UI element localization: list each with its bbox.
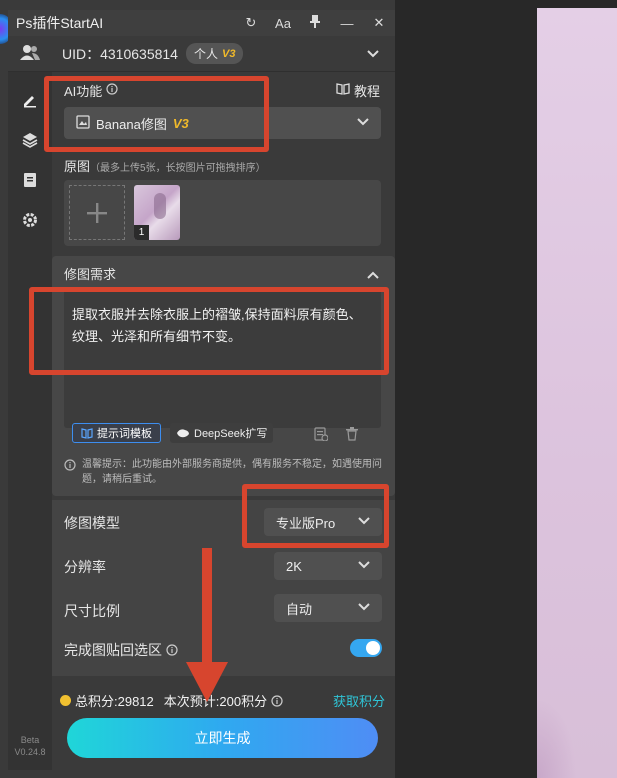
notice-text: 温馨提示：此功能由外部服务商提供，偶有服务不稳定，如遇使用问题，请稍后重试。 bbox=[82, 459, 382, 485]
chevron-up-icon[interactable] bbox=[367, 266, 379, 284]
resolution-dropdown[interactable]: 2K bbox=[274, 552, 382, 580]
add-image-button[interactable] bbox=[69, 185, 125, 240]
info-icon[interactable] bbox=[166, 644, 178, 656]
paste-back-label: 完成图贴回选区 bbox=[64, 642, 162, 658]
deepseek-label: DeepSeek扩写 bbox=[194, 428, 268, 440]
annotation-box bbox=[44, 76, 269, 152]
edit-request-label: 修图需求 bbox=[64, 267, 117, 282]
chevron-down-icon[interactable] bbox=[367, 47, 379, 61]
prompt-template-label: 提示词模板 bbox=[97, 428, 152, 440]
image-thumbnail[interactable]: 1 bbox=[134, 185, 180, 240]
version-number: V0.24.8 bbox=[14, 747, 46, 757]
resolution-value: 2K bbox=[286, 558, 302, 574]
original-hint: （最多上传5张，长按图片可拖拽排序） bbox=[90, 163, 266, 174]
plan-version: V3 bbox=[222, 47, 236, 60]
total-points: 总积分:29812 bbox=[75, 694, 154, 709]
resolution-label: 分辨率 bbox=[64, 559, 106, 575]
tutorial-label: 教程 bbox=[354, 84, 381, 99]
annotation-box bbox=[29, 287, 389, 375]
app-title: Ps插件StartAI bbox=[16, 15, 104, 31]
refresh-icon[interactable]: ↻ bbox=[235, 15, 267, 31]
service-notice: 温馨提示：此功能由外部服务商提供，偶有服务不稳定，如遇使用问题，请稍后重试。 bbox=[64, 457, 382, 487]
ratio-dropdown[interactable]: 自动 bbox=[274, 594, 382, 622]
plan-label: 个人 bbox=[193, 47, 218, 61]
user-id: UID：4310635814 bbox=[62, 45, 178, 62]
chevron-down-icon bbox=[358, 560, 370, 572]
beta-label: Beta bbox=[20, 735, 40, 745]
annotation-arrow bbox=[202, 548, 212, 666]
version-label: Beta V0.24.8 bbox=[8, 734, 52, 758]
pin-icon[interactable] bbox=[299, 15, 331, 31]
annotation-box bbox=[242, 484, 389, 548]
chevron-down-icon bbox=[358, 602, 370, 614]
trash-icon[interactable] bbox=[346, 427, 358, 446]
history-icon[interactable] bbox=[314, 427, 329, 446]
original-header: 原图 （最多上传5张，长按图片可拖拽排序） bbox=[64, 156, 266, 175]
canvas-image bbox=[537, 8, 617, 778]
title-bar: Ps插件StartAI ↻ Aa — ✕ bbox=[8, 10, 395, 36]
book-icon bbox=[336, 82, 350, 100]
minimize-icon[interactable]: — bbox=[331, 16, 363, 31]
plan-badge: 个人 V3 bbox=[185, 43, 244, 64]
ratio-value: 自动 bbox=[286, 601, 313, 617]
paste-back-row: 完成图贴回选区 bbox=[64, 640, 178, 660]
info-icon[interactable] bbox=[271, 694, 283, 707]
plus-icon bbox=[87, 202, 107, 223]
info-icon bbox=[64, 459, 76, 471]
model-label: 修图模型 bbox=[64, 515, 120, 531]
thumbnail-index: 1 bbox=[134, 225, 149, 240]
tutorial-link[interactable]: 教程 bbox=[336, 81, 380, 100]
original-images-card: 1 bbox=[64, 180, 381, 246]
font-size-icon[interactable]: Aa bbox=[267, 16, 299, 31]
whale-icon bbox=[177, 429, 189, 438]
gear-icon[interactable] bbox=[8, 200, 52, 240]
ratio-label: 尺寸比例 bbox=[64, 603, 120, 619]
users-icon bbox=[20, 44, 50, 64]
sidebar: Beta V0.24.8 bbox=[8, 72, 52, 770]
document-icon[interactable] bbox=[8, 160, 52, 200]
original-label: 原图 bbox=[64, 159, 91, 174]
paste-back-toggle[interactable] bbox=[350, 639, 382, 657]
annotation-arrow-head bbox=[186, 662, 228, 702]
get-points-link[interactable]: 获取积分 bbox=[333, 691, 385, 710]
coin-icon bbox=[60, 695, 71, 706]
close-icon[interactable]: ✕ bbox=[363, 15, 395, 31]
deepseek-expand-button[interactable]: DeepSeek扩写 bbox=[170, 423, 274, 443]
chevron-down-icon bbox=[357, 117, 369, 129]
user-bar: UID：4310635814 个人 V3 bbox=[8, 36, 395, 72]
generate-label: 立即生成 bbox=[194, 730, 251, 746]
prompt-template-button[interactable]: 提示词模板 bbox=[72, 423, 161, 443]
generate-button[interactable]: 立即生成 bbox=[67, 718, 378, 758]
points-info: 总积分:29812 本次预计:200积分 bbox=[60, 691, 283, 710]
book-icon bbox=[81, 427, 93, 439]
